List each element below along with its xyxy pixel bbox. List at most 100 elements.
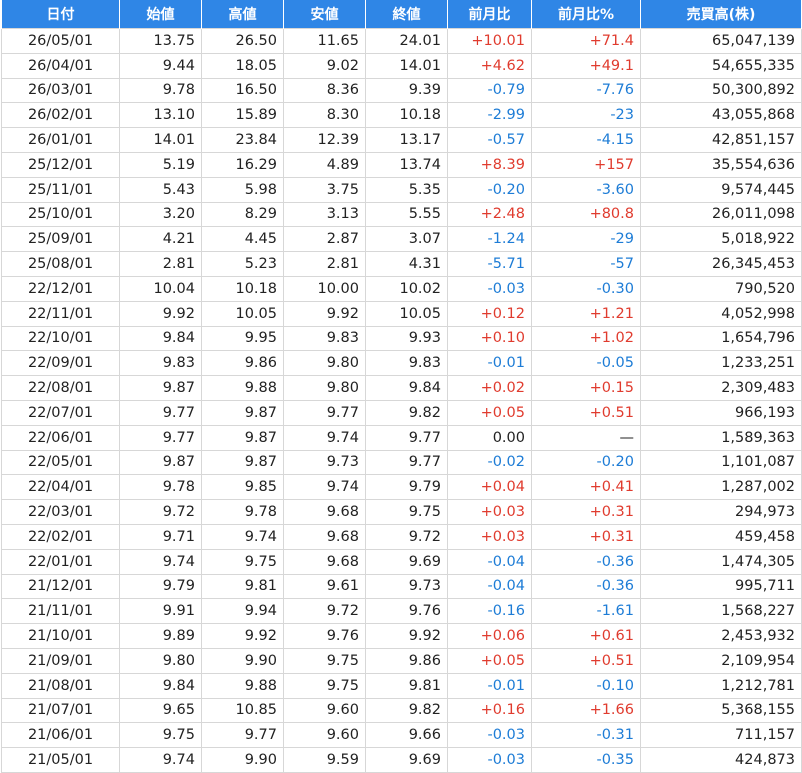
header-open: 始値 bbox=[119, 0, 202, 29]
change-percent-cell: +0.41 bbox=[531, 474, 641, 501]
low-cell: 8.36 bbox=[283, 77, 366, 104]
table-row: 21/05/01 9.74 9.90 9.59 9.69 -0.03 -0.35 424,87… bbox=[1, 747, 802, 773]
date-cell: 21/11/01 bbox=[1, 598, 120, 625]
close-cell: 9.72 bbox=[365, 523, 448, 550]
volume-cell: 1,474,305 bbox=[640, 548, 802, 575]
table-row: 21/06/01 9.75 9.77 9.60 9.66 -0.03 -0.31 711,15… bbox=[1, 722, 802, 749]
close-cell: 9.86 bbox=[365, 647, 448, 674]
date-cell: 22/12/01 bbox=[1, 275, 120, 302]
header-row: 日付 始値 高値 安値 終値 前月比 前月比% 売買高(株) bbox=[1, 0, 802, 29]
table-row: 25/12/01 5.19 16.29 4.89 13.74 +8.39 +157 35,55… bbox=[1, 151, 802, 178]
change-percent-cell: +71.4 bbox=[531, 28, 641, 54]
low-cell: 2.87 bbox=[283, 226, 366, 253]
change-cell: +8.39 bbox=[447, 151, 532, 178]
close-cell: 4.31 bbox=[365, 251, 448, 277]
high-cell: 9.87 bbox=[201, 399, 284, 426]
low-cell: 9.80 bbox=[283, 350, 366, 377]
change-cell: -0.03 bbox=[447, 275, 532, 302]
table-row: 22/08/01 9.87 9.88 9.80 9.84 +0.02 +0.15 2,309,… bbox=[1, 375, 802, 401]
date-cell: 21/05/01 bbox=[1, 747, 120, 773]
change-percent-cell: -57 bbox=[531, 251, 641, 277]
table-row: 26/01/01 14.01 23.84 12.39 13.17 -0.57 -4.15 42… bbox=[1, 127, 802, 153]
low-cell: 9.68 bbox=[283, 548, 366, 575]
open-cell: 5.43 bbox=[119, 176, 202, 203]
close-cell: 10.02 bbox=[365, 275, 448, 302]
change-cell: -0.03 bbox=[447, 747, 532, 773]
change-cell: +0.03 bbox=[447, 523, 532, 550]
table-row: 22/04/01 9.78 9.85 9.74 9.79 +0.04 +0.41 1,287,… bbox=[1, 474, 802, 501]
high-cell: 16.29 bbox=[201, 151, 284, 178]
change-cell: -0.79 bbox=[447, 77, 532, 104]
table-row: 26/03/01 9.78 16.50 8.36 9.39 -0.79 -7.76 50,30… bbox=[1, 77, 802, 104]
high-cell: 9.92 bbox=[201, 623, 284, 649]
date-cell: 26/02/01 bbox=[1, 102, 120, 129]
close-cell: 9.77 bbox=[365, 449, 448, 476]
header-date: 日付 bbox=[1, 0, 120, 29]
open-cell: 9.75 bbox=[119, 722, 202, 749]
close-cell: 9.92 bbox=[365, 623, 448, 649]
low-cell: 12.39 bbox=[283, 127, 366, 153]
volume-cell: 26,011,098 bbox=[640, 201, 802, 228]
open-cell: 4.21 bbox=[119, 226, 202, 253]
close-cell: 3.07 bbox=[365, 226, 448, 253]
volume-cell: 2,453,932 bbox=[640, 623, 802, 649]
low-cell: 9.75 bbox=[283, 647, 366, 674]
low-cell: 9.75 bbox=[283, 672, 366, 699]
change-percent-cell: -3.60 bbox=[531, 176, 641, 203]
date-cell: 25/11/01 bbox=[1, 176, 120, 203]
low-cell: 10.00 bbox=[283, 275, 366, 302]
open-cell: 9.87 bbox=[119, 449, 202, 476]
table-row: 26/05/01 13.75 26.50 11.65 24.01 +10.01 +71.4 6… bbox=[1, 28, 802, 54]
change-cell: +0.10 bbox=[447, 325, 532, 352]
date-cell: 26/05/01 bbox=[1, 28, 120, 54]
change-percent-cell: +0.31 bbox=[531, 523, 641, 550]
close-cell: 13.17 bbox=[365, 127, 448, 153]
table-row: 21/11/01 9.91 9.94 9.72 9.76 -0.16 -1.61 1,568,… bbox=[1, 598, 802, 625]
volume-cell: 2,109,954 bbox=[640, 647, 802, 674]
low-cell: 9.83 bbox=[283, 325, 366, 352]
change-percent-cell: +80.8 bbox=[531, 201, 641, 228]
low-cell: 9.74 bbox=[283, 424, 366, 451]
volume-cell: 711,157 bbox=[640, 722, 802, 749]
date-cell: 25/08/01 bbox=[1, 251, 120, 277]
volume-cell: 1,568,227 bbox=[640, 598, 802, 625]
close-cell: 24.01 bbox=[365, 28, 448, 54]
high-cell: 9.77 bbox=[201, 722, 284, 749]
high-cell: 9.90 bbox=[201, 647, 284, 674]
high-cell: 9.88 bbox=[201, 672, 284, 699]
volume-cell: 5,018,922 bbox=[640, 226, 802, 253]
date-cell: 22/06/01 bbox=[1, 424, 120, 451]
change-cell: -0.57 bbox=[447, 127, 532, 153]
change-cell: -2.99 bbox=[447, 102, 532, 129]
table-row: 22/12/01 10.04 10.18 10.00 10.02 -0.03 -0.30 79… bbox=[1, 275, 802, 302]
change-percent-cell: -0.10 bbox=[531, 672, 641, 699]
date-cell: 22/07/01 bbox=[1, 399, 120, 426]
high-cell: 18.05 bbox=[201, 52, 284, 79]
header-high: 高値 bbox=[201, 0, 284, 29]
low-cell: 3.75 bbox=[283, 176, 366, 203]
open-cell: 9.65 bbox=[119, 697, 202, 724]
open-cell: 9.83 bbox=[119, 350, 202, 377]
table-row: 25/09/01 4.21 4.45 2.87 3.07 -1.24 -29 5,018,92… bbox=[1, 226, 802, 253]
date-cell: 22/02/01 bbox=[1, 523, 120, 550]
open-cell: 9.71 bbox=[119, 523, 202, 550]
high-cell: 9.88 bbox=[201, 375, 284, 401]
open-cell: 9.77 bbox=[119, 399, 202, 426]
monthly-price-table: 日付 始値 高値 安値 終値 前月比 前月比% 売買高(株) 26/05/01 1… bbox=[1, 0, 802, 773]
low-cell: 9.74 bbox=[283, 474, 366, 501]
change-cell: +0.05 bbox=[447, 399, 532, 426]
table-row: 26/02/01 13.10 15.89 8.30 10.18 -2.99 -23 43,05… bbox=[1, 102, 802, 129]
volume-cell: 790,520 bbox=[640, 275, 802, 302]
date-cell: 22/01/01 bbox=[1, 548, 120, 575]
open-cell: 9.80 bbox=[119, 647, 202, 674]
close-cell: 9.79 bbox=[365, 474, 448, 501]
change-cell: +0.05 bbox=[447, 647, 532, 674]
volume-cell: 995,711 bbox=[640, 573, 802, 600]
change-percent-cell: -0.35 bbox=[531, 747, 641, 773]
change-percent-cell: -0.36 bbox=[531, 548, 641, 575]
change-percent-cell: -4.15 bbox=[531, 127, 641, 153]
volume-cell: 5,368,155 bbox=[640, 697, 802, 724]
header-low: 安値 bbox=[283, 0, 366, 29]
table-row: 22/05/01 9.87 9.87 9.73 9.77 -0.02 -0.20 1,101,… bbox=[1, 449, 802, 476]
low-cell: 9.60 bbox=[283, 697, 366, 724]
